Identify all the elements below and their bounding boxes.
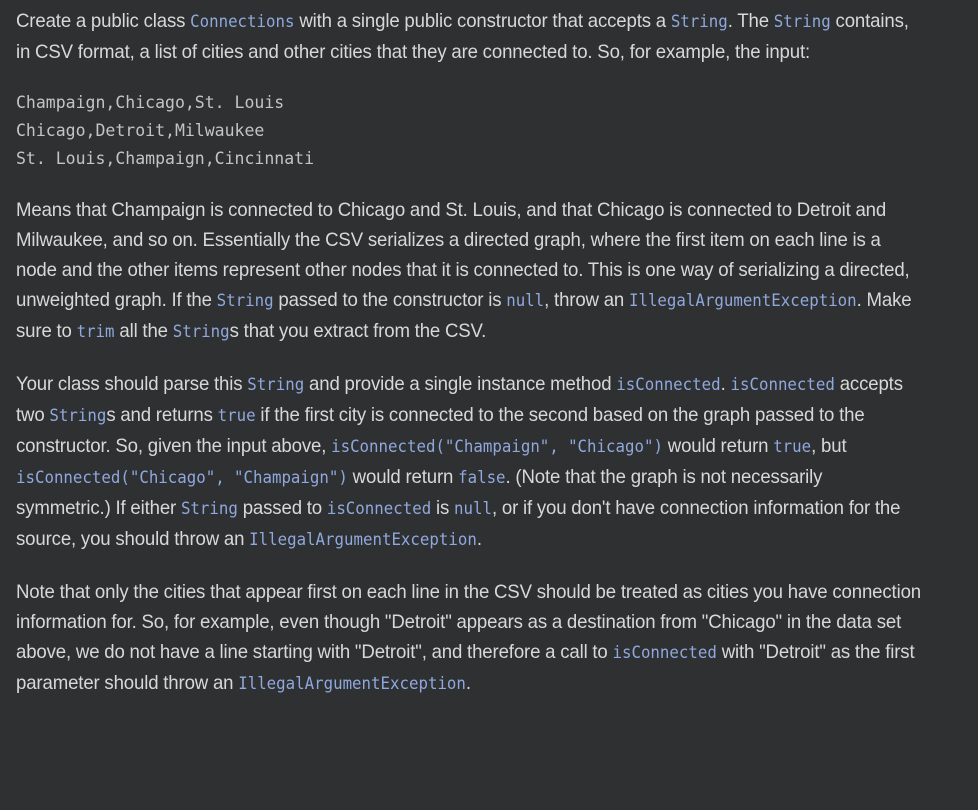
inline-code-true: true <box>773 437 812 456</box>
inline-code-null: null <box>506 291 545 310</box>
inline-code-isconnected: isConnected <box>326 499 432 518</box>
text-segment: is <box>431 497 455 519</box>
text-segment: with a single public constructor that ac… <box>294 10 671 32</box>
text-segment: would return <box>347 466 459 488</box>
inline-code-illegalargumentexception: IllegalArgumentException <box>238 674 466 693</box>
inline-code-string: String <box>180 499 238 518</box>
inline-code-string: String <box>172 322 230 341</box>
text-segment: passed to <box>237 497 327 519</box>
text-segment: . <box>720 373 731 395</box>
inline-code-trim: trim <box>76 322 115 341</box>
text-segment: Your class should parse this <box>16 373 248 395</box>
paragraph-isconnected-spec: Your class should parse this String and … <box>16 369 921 555</box>
text-segment: , but <box>811 435 847 457</box>
inline-code-isconnected-call-champaign-chicago: isConnected("Champaign", "Chicago") <box>331 437 663 456</box>
inline-code-string: String <box>247 375 305 394</box>
inline-code-string: String <box>670 12 728 31</box>
inline-code-null: null <box>454 499 493 518</box>
inline-code-string: String <box>773 12 831 31</box>
text-segment: passed to the constructor is <box>273 289 507 311</box>
text-segment: would return <box>662 435 774 457</box>
paragraph-source-city-note: Note that only the cities that appear fi… <box>16 577 921 699</box>
inline-code-isconnected: isConnected <box>730 375 835 394</box>
text-segment: Create a public class <box>16 10 191 32</box>
inline-code-illegalargumentexception: IllegalArgumentException <box>249 530 477 549</box>
csv-example-code-block: Champaign,Chicago,St. Louis Chicago,Detr… <box>16 93 315 168</box>
text-segment: . The <box>727 10 774 32</box>
text-segment: . <box>465 672 471 694</box>
problem-statement-document: Create a public class Connections with a… <box>0 0 978 699</box>
inline-code-isconnected: isConnected <box>616 375 721 394</box>
paragraph-intro: Create a public class Connections with a… <box>16 6 921 67</box>
inline-code-string: String <box>216 291 274 310</box>
inline-code-isconnected: isConnected <box>612 643 717 662</box>
text-segment: all the <box>114 320 173 342</box>
text-segment: s and returns <box>106 404 218 426</box>
inline-code-isconnected-call-chicago-champaign: isConnected("Chicago", "Champaign") <box>16 468 348 487</box>
inline-code-connections: Connections <box>190 12 295 31</box>
text-segment: , throw an <box>544 289 629 311</box>
inline-code-illegalargumentexception: IllegalArgumentException <box>628 291 857 310</box>
paragraph-csv-explanation: Means that Champaign is connected to Chi… <box>16 195 921 347</box>
text-segment: s that you extract from the CSV. <box>229 320 487 342</box>
inline-code-true: true <box>217 406 256 425</box>
inline-code-string: String <box>49 406 107 425</box>
text-segment: and provide a single instance method <box>304 373 617 395</box>
text-segment: . <box>476 528 482 550</box>
inline-code-false: false <box>458 468 506 487</box>
